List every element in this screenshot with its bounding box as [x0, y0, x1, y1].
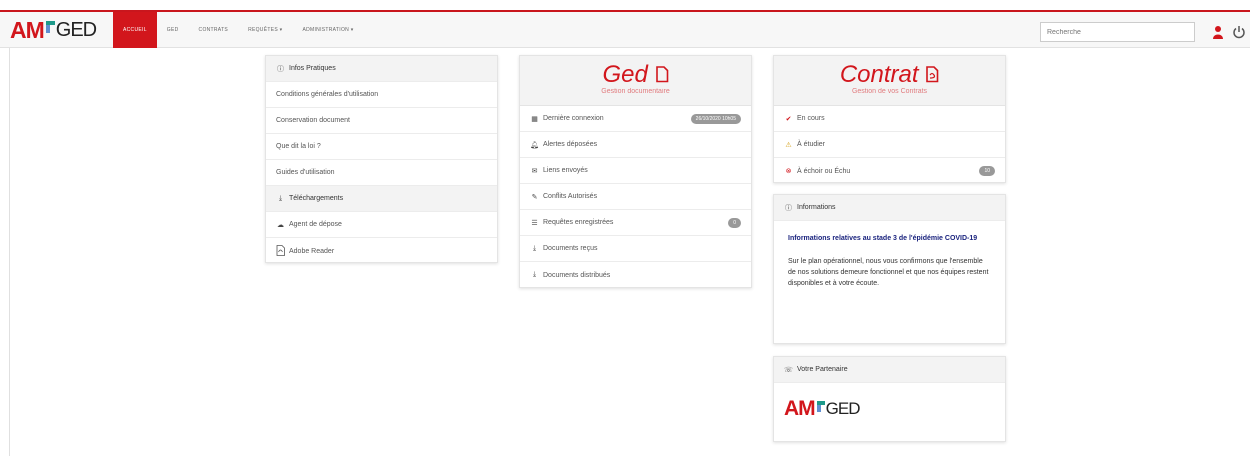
ged-item-derniere-connexion: ▦ Dernière connexion 26/10/2020 10h05	[520, 106, 751, 132]
echoir-count-badge: 10	[979, 166, 995, 176]
logo-mark-icon	[816, 400, 825, 412]
envelope-icon: ✉	[531, 167, 538, 175]
ged-item-requetes[interactable]: ☰ Requêtes enregistrées 0	[520, 210, 751, 236]
partner-panel: ☏ Votre Partenaire AM GED	[773, 356, 1006, 442]
ged-item-documents-distribues[interactable]: ⤓ Documents distribués	[520, 262, 751, 288]
logo-am-text: AM	[10, 16, 45, 43]
ged-item-documents-recus[interactable]: ⤓ Documents reçus	[520, 236, 751, 262]
ged-item-liens[interactable]: ✉ Liens envoyés	[520, 158, 751, 184]
ged-header[interactable]: Ged Gestion documentaire	[520, 56, 751, 106]
nav-administration[interactable]: ADMINISTRATION ▾	[292, 12, 363, 48]
page-left-border	[9, 48, 10, 456]
download-agent[interactable]: ☁ Agent de dépose	[266, 212, 497, 238]
contrat-panel: Contrat Gestion de vos Contrats ✔ En cou…	[773, 55, 1006, 183]
infos-item-loi[interactable]: Que dit la loi ?	[266, 134, 497, 160]
download-adobe[interactable]: Adobe Reader	[266, 238, 497, 264]
infos-item-guides[interactable]: Guides d'utilisation	[266, 160, 497, 186]
last-connection-badge: 26/10/2020 10h05	[690, 114, 741, 124]
nav-ged[interactable]: GED	[157, 12, 189, 48]
cloud-upload-icon: ☁	[277, 221, 284, 229]
wrench-icon: ✎	[531, 193, 538, 201]
nav-requetes[interactable]: REQUÊTES ▾	[238, 12, 292, 48]
contrat-header[interactable]: Contrat Gestion de vos Contrats	[774, 56, 1005, 106]
check-icon: ✔	[785, 115, 792, 123]
pdf-file-icon	[276, 244, 285, 258]
logo-mark-icon	[45, 21, 55, 33]
contrat-subtitle: Gestion de vos Contrats	[851, 88, 928, 95]
download-icon: ⤓	[278, 194, 283, 202]
main-nav: ACCUEIL GED CONTRATS REQUÊTES ▾ ADMINIST…	[113, 12, 364, 48]
logo-ged-text: GED	[55, 18, 97, 41]
infos-header-label: Infos Pratiques	[289, 65, 336, 72]
top-navbar: AM GED ACCUEIL GED CONTRATS REQUÊTES ▾ A…	[0, 10, 1250, 48]
contrat-item-a-etudier[interactable]: ⚠ À étudier	[774, 132, 1005, 158]
downloads-header: ⤓ Téléchargements	[266, 186, 497, 212]
contrat-title: Contrat	[774, 62, 1005, 88]
informations-header: ⓘ Informations	[774, 195, 1005, 221]
infos-header: ⓘ Infos Pratiques	[266, 56, 497, 82]
search-input[interactable]	[1040, 22, 1195, 42]
informations-panel: ⓘ Informations Informations relatives au…	[773, 194, 1006, 344]
ged-panel: Ged Gestion documentaire ▦ Dernière conn…	[519, 55, 752, 288]
infos-item-cgu[interactable]: Conditions générales d'utilisation	[266, 82, 497, 108]
contract-icon	[926, 66, 939, 83]
alert-circle-icon: ⊗	[785, 168, 792, 175]
informations-text: Sur le plan opérationnel, nous vous conf…	[788, 258, 989, 287]
list-icon: ☰	[531, 219, 538, 227]
partner-header: ☏ Votre Partenaire	[774, 357, 1005, 383]
download-icon: ⤓	[532, 244, 537, 252]
info-circle-icon: ⓘ	[785, 204, 792, 212]
informations-title: Informations relatives au stade 3 de l'é…	[788, 235, 978, 242]
nav-accueil[interactable]: ACCUEIL	[113, 12, 157, 48]
infos-item-conservation[interactable]: Conservation document	[266, 108, 497, 134]
contrat-item-a-echoir[interactable]: ⊗ À échoir ou Échu 10	[774, 158, 1005, 184]
requetes-count-badge: 0	[728, 218, 741, 228]
amged-logo[interactable]: AM GED	[10, 16, 97, 44]
nav-contrats[interactable]: CONTRATS	[189, 12, 239, 48]
downloads-header-label: Téléchargements	[289, 195, 344, 202]
infos-panel: ⓘ Infos Pratiques Conditions générales d…	[265, 55, 498, 263]
calendar-icon: ▦	[531, 115, 538, 123]
warning-icon: ⚠	[785, 141, 792, 149]
info-circle-icon: ⓘ	[277, 65, 284, 73]
user-icon[interactable]	[1213, 25, 1223, 39]
ged-item-alertes[interactable]: 🔔︎ Alertes déposées	[520, 132, 751, 158]
bell-icon: 🔔︎	[530, 141, 539, 149]
ged-item-conflits[interactable]: ✎ Conflits Autorisés	[520, 184, 751, 210]
phone-icon: ☏	[784, 366, 793, 374]
document-icon	[655, 66, 668, 83]
ged-subtitle: Gestion documentaire	[601, 88, 670, 95]
power-icon[interactable]	[1232, 25, 1246, 39]
download-icon: ⤓	[532, 271, 537, 278]
ged-title: Ged	[520, 62, 751, 88]
contrat-item-en-cours[interactable]: ✔ En cours	[774, 106, 1005, 132]
partner-logo[interactable]: AM GED	[784, 397, 861, 421]
